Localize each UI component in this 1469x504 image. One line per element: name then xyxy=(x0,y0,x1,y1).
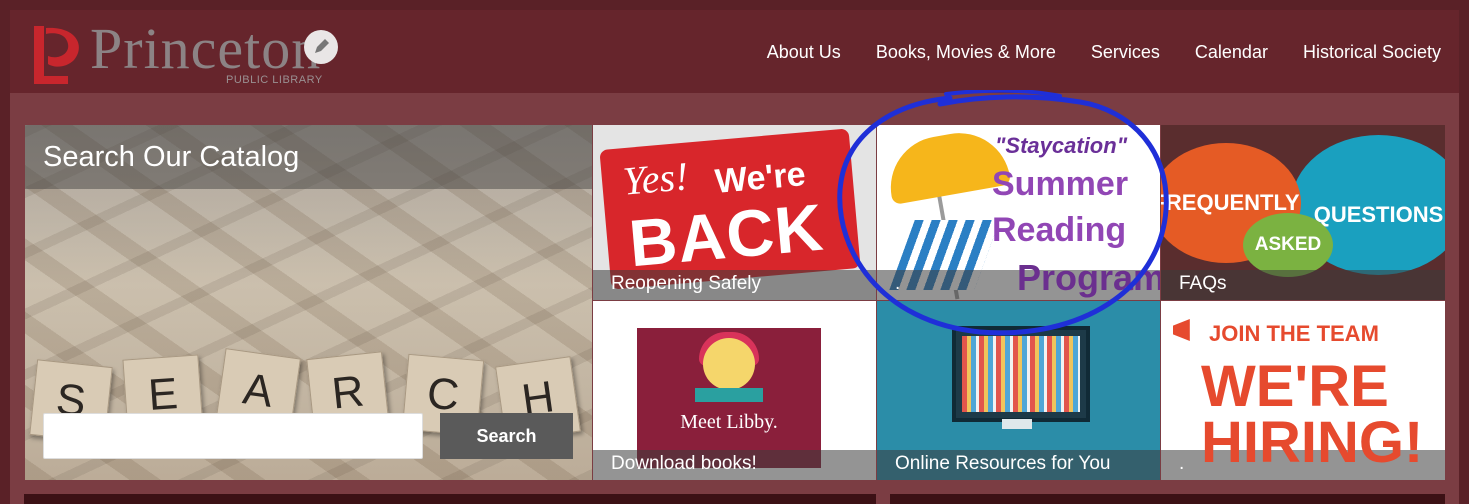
bottom-panel-left xyxy=(24,494,876,504)
book-icon xyxy=(695,388,763,402)
caption-bar: FAQs xyxy=(1161,270,1445,300)
search-button[interactable]: Search xyxy=(440,413,573,459)
search-catalog-tile: Search Our Catalog S E A R C H Search xyxy=(25,125,592,480)
logo-subtitle: PUBLIC LIBRARY xyxy=(226,74,323,86)
join-team-text: JOIN THE TEAM xyxy=(1209,321,1379,346)
staycation-text: "Staycation" xyxy=(995,133,1128,158)
tile-caption: Reopening Safely xyxy=(611,273,761,294)
reopen-yes-text: Yes! xyxy=(621,153,691,204)
logo-mark-icon xyxy=(34,26,79,84)
download-books-tile[interactable]: Meet Libby. Download books! xyxy=(593,301,876,480)
nav-historical-society[interactable]: Historical Society xyxy=(1303,42,1441,63)
summer-reading-tile[interactable]: "Staycation" Summer Reading . Program xyxy=(877,125,1160,300)
bookshelf-icon xyxy=(962,336,1080,412)
catalog-search-input[interactable] xyxy=(43,413,423,459)
reading-text: Reading xyxy=(992,211,1127,249)
nav-books-movies-more[interactable]: Books, Movies & More xyxy=(876,42,1056,63)
caption-bar: Online Resources for You xyxy=(877,450,1160,480)
hiring-text: HIRING! xyxy=(1201,410,1424,475)
program-text: Program xyxy=(1017,257,1160,298)
faqs-tile[interactable]: QUESTIONS FREQUENTLY ASKED FAQs xyxy=(1161,125,1445,300)
summer-text: Summer xyxy=(992,165,1129,203)
online-resources-tile[interactable]: Online Resources for You xyxy=(877,301,1160,480)
reopening-safely-tile[interactable]: Yes! We're BACK Reopening Safely xyxy=(593,125,876,300)
nav-services[interactable]: Services xyxy=(1091,42,1160,63)
search-title: Search Our Catalog xyxy=(43,141,300,173)
tile-caption: FAQs xyxy=(1179,273,1227,294)
monitor-icon xyxy=(952,326,1090,422)
nav-about-us[interactable]: About Us xyxy=(767,42,841,63)
tile-caption: Download books! xyxy=(611,453,757,474)
tile-caption: . xyxy=(895,273,901,294)
caption-bar: Download books! xyxy=(593,450,876,480)
search-title-bar: Search Our Catalog xyxy=(25,125,592,189)
libby-app-card: Meet Libby. xyxy=(637,328,821,468)
caption-bar: Reopening Safely xyxy=(593,270,876,300)
tile-caption: Online Resources for You xyxy=(895,453,1111,474)
asked-bubble: ASKED xyxy=(1243,213,1333,277)
library-logo[interactable]: Princeton PUBLIC LIBRARY xyxy=(28,16,348,91)
meet-libby-text: Meet Libby. xyxy=(680,411,778,433)
megaphone-icon xyxy=(1173,319,1190,341)
bottom-panel-right xyxy=(890,494,1445,504)
monitor-stand xyxy=(1002,419,1032,429)
site-header: Princeton PUBLIC LIBRARY About Us Books,… xyxy=(10,10,1459,93)
join-the-team-tile[interactable]: JOIN THE TEAM WE'RE . HIRING! xyxy=(1161,301,1445,480)
tile-caption: . xyxy=(1179,453,1185,474)
edit-pencil-icon[interactable] xyxy=(304,30,338,64)
libby-face-icon xyxy=(703,338,755,390)
main-nav: About Us Books, Movies & More Services C… xyxy=(767,42,1441,63)
nav-calendar[interactable]: Calendar xyxy=(1195,42,1268,63)
